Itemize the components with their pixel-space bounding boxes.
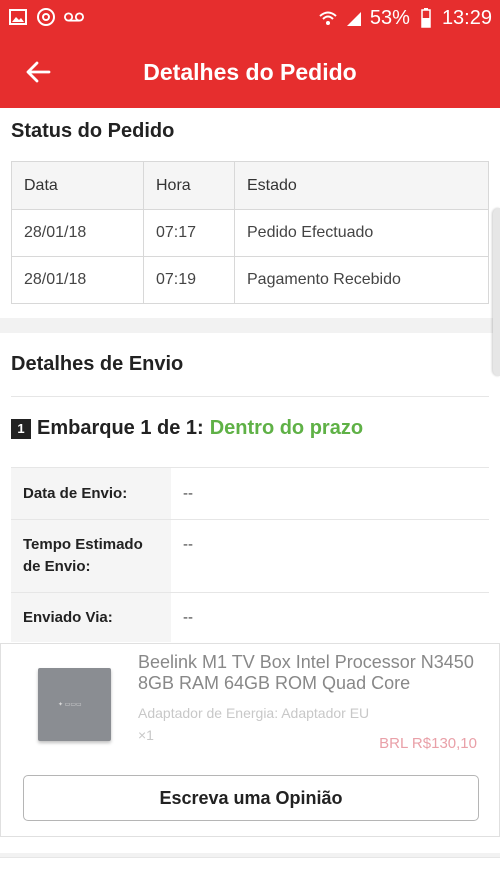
status-time: 07:19 (144, 257, 235, 303)
product-logo-icon: ✦ ▭▭▭ (58, 702, 82, 708)
order-status-section: Status do Pedido Data Hora Estado 28/01/… (0, 108, 500, 318)
status-state: Pagamento Recebido (247, 271, 401, 288)
shipment-header: 1 Embarque 1 de 1: Dentro do prazo (11, 417, 363, 440)
table-header-row: Data Hora Estado (12, 162, 488, 209)
product-item[interactable]: ✦ ▭▭▭ Beelink M1 TV Box Intel Processor … (0, 643, 500, 837)
shipped-via-label: Enviado Via: (11, 593, 171, 642)
estimated-time-value: -- (183, 536, 193, 553)
shipment-label: Embarque 1 de 1: (37, 417, 204, 439)
voicemail-icon (64, 7, 84, 27)
product-variant: Adaptador de Energia: Adaptador EU (138, 705, 370, 721)
order-status-table: Data Hora Estado 28/01/18 07:17 Pedido E… (11, 161, 489, 304)
table-row: 28/01/18 07:17 Pedido Efectuado (12, 209, 488, 256)
product-name[interactable]: Beelink M1 TV Box Intel Processor N3450 … (138, 652, 488, 694)
table-row: Enviado Via: -- (11, 592, 489, 642)
table-row: Data de Envio: -- (11, 467, 489, 519)
estimated-time-label: Tempo Estimado de Envio: (11, 520, 171, 592)
app-bar: Detalhes do Pedido (0, 36, 500, 108)
status-date: 28/01/18 (12, 210, 144, 256)
battery-icon (416, 8, 436, 28)
status-date: 28/01/18 (12, 257, 144, 303)
table-row: Tempo Estimado de Envio: -- (11, 519, 489, 592)
product-quantity: ×1 (138, 727, 154, 743)
ship-date-label: Data de Envio: (11, 468, 171, 519)
gallery-icon (8, 7, 28, 27)
edge-panel-handle[interactable] (493, 208, 500, 376)
order-details-screen: 53% 13:29 Detalhes do Pedido Status do P… (0, 0, 500, 889)
shipping-details-title: Detalhes de Envio (11, 353, 184, 375)
shipment-number-badge: 1 (11, 418, 31, 439)
divider (11, 396, 489, 397)
status-bar: 53% 13:29 (0, 0, 500, 36)
shipment-status: Dentro do prazo (209, 417, 364, 439)
column-header-date: Data (12, 162, 144, 209)
wifi-icon (318, 8, 338, 28)
product-price: BRL R$130,10 (379, 735, 477, 752)
product-image[interactable]: ✦ ▭▭▭ (38, 668, 111, 741)
bottom-section (0, 857, 500, 889)
shipping-info-table: Data de Envio: -- Tempo Estimado de Envi… (11, 467, 489, 642)
signal-icon (344, 8, 364, 28)
table-row: 28/01/18 07:19 Pagamento Recebido (12, 256, 488, 303)
column-header-state: Estado (247, 176, 297, 194)
page-title: Detalhes do Pedido (143, 59, 357, 85)
shipped-via-value: -- (183, 609, 193, 626)
clock: 13:29 (441, 7, 492, 29)
status-state: Pedido Efectuado (247, 224, 374, 241)
battery-percentage: 53% (369, 7, 410, 29)
column-header-time: Hora (144, 162, 235, 209)
write-review-button[interactable]: Escreva uma Opinião (23, 775, 479, 821)
ship-date-value: -- (183, 485, 193, 502)
sync-icon (36, 7, 56, 27)
order-status-title: Status do Pedido (11, 120, 175, 142)
status-time: 07:17 (144, 210, 235, 256)
